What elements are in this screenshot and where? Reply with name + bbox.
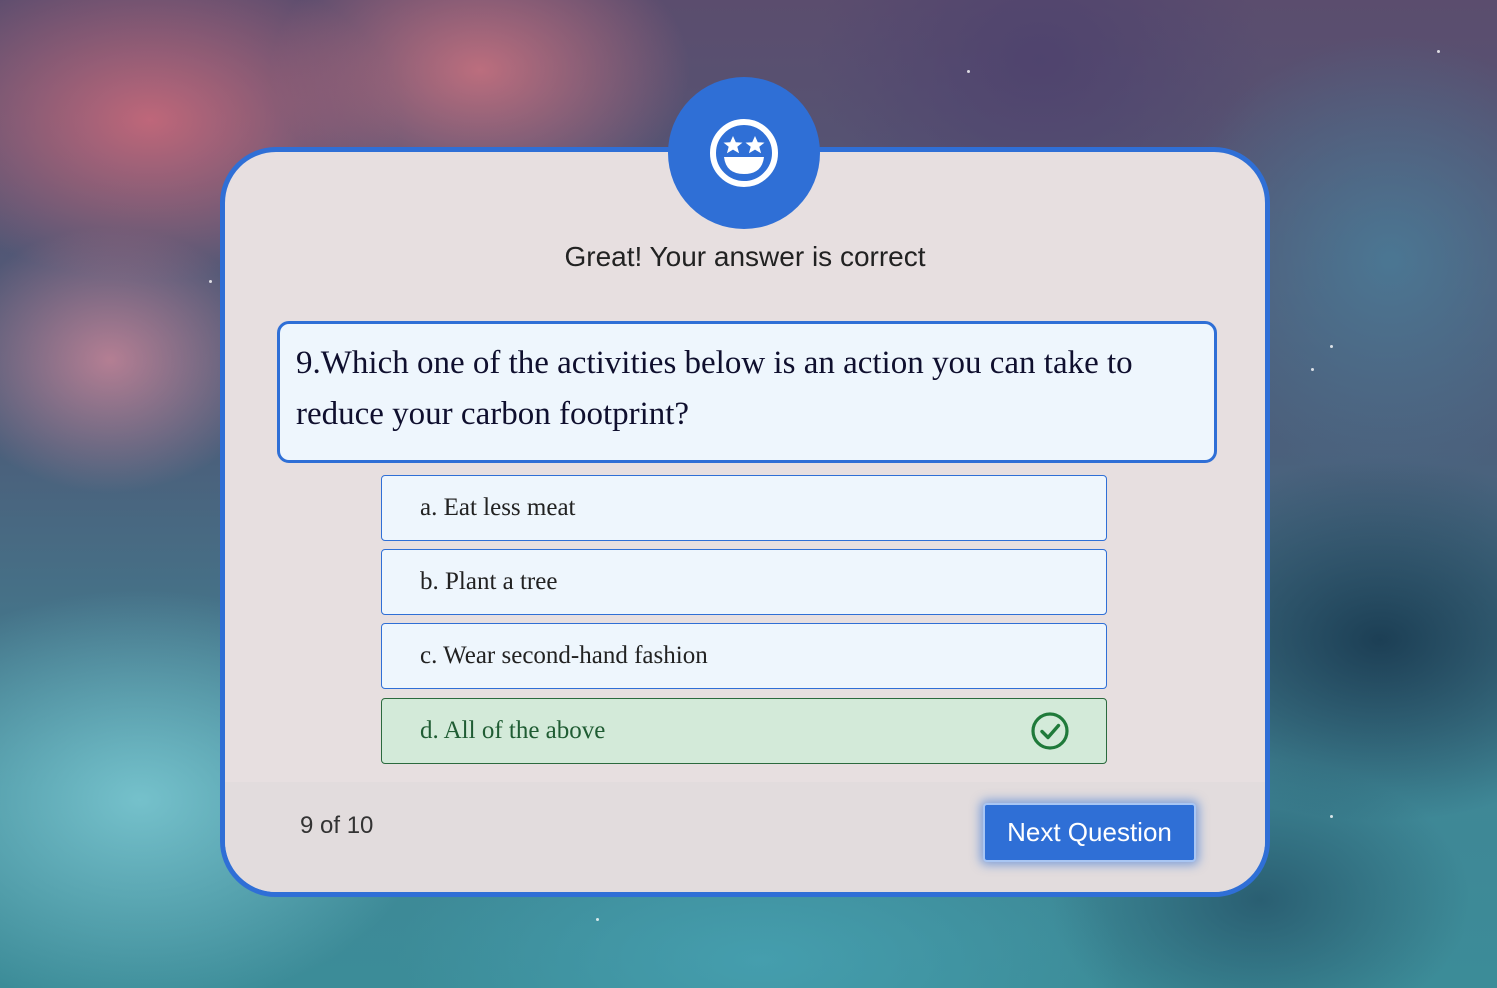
background-star xyxy=(1330,345,1333,348)
background-star xyxy=(1311,368,1314,371)
option-label: c. Wear second-hand fashion xyxy=(420,642,708,669)
option-label: b. Plant a tree xyxy=(420,568,558,595)
background-star xyxy=(1437,50,1440,53)
option-b[interactable]: b. Plant a tree xyxy=(381,549,1107,615)
feedback-message: Great! Your answer is correct xyxy=(564,241,926,272)
option-c[interactable]: c. Wear second-hand fashion xyxy=(381,623,1107,689)
option-a[interactable]: a. Eat less meat xyxy=(381,475,1107,541)
feedback-badge xyxy=(668,77,820,229)
question-progress: 9 of 10 xyxy=(300,812,374,839)
option-label: d. All of the above xyxy=(420,717,606,744)
check-circle-icon xyxy=(1031,712,1069,750)
background-star xyxy=(967,70,970,73)
star-struck-face-icon xyxy=(710,119,778,187)
background-star xyxy=(1330,815,1333,818)
background-star xyxy=(209,280,212,283)
option-d-correct[interactable]: d. All of the above xyxy=(381,698,1107,764)
question-text: 9.Which one of the activities below is a… xyxy=(277,321,1217,463)
background-star xyxy=(596,918,599,921)
next-question-button[interactable]: Next Question xyxy=(983,803,1196,862)
option-label: a. Eat less meat xyxy=(420,494,576,521)
